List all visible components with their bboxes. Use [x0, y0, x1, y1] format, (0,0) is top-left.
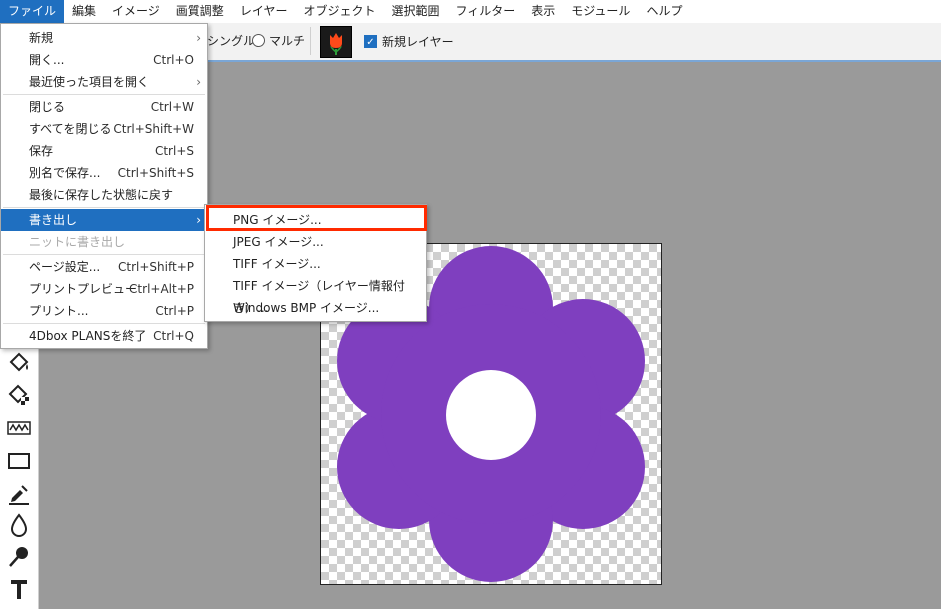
submenu-item-tiff-layers[interactable]: TIFF イメージ（レイヤー情報付き）...: [205, 275, 426, 315]
chevron-right-icon: ›: [196, 75, 201, 89]
pattern-fill-icon[interactable]: [6, 382, 32, 408]
drop-icon[interactable]: [6, 512, 32, 538]
menu-item-shortcut: Ctrl+Q: [153, 329, 194, 343]
smudge-icon[interactable]: [6, 544, 32, 570]
menu-separator: [3, 323, 205, 324]
pen-icon[interactable]: [6, 480, 32, 506]
chevron-right-icon: ›: [196, 213, 201, 227]
menu-file[interactable]: ファイル: [0, 0, 65, 23]
menu-item-shortcut: Ctrl+O: [153, 53, 194, 67]
menu-item-shortcut: Ctrl+Shift+P: [118, 260, 194, 274]
submenu-item-bmp[interactable]: Windows BMP イメージ...: [205, 297, 426, 319]
menu-item-page-setup[interactable]: ページ設定... Ctrl+Shift+P: [1, 256, 207, 278]
menu-layer[interactable]: レイヤー: [232, 0, 296, 23]
menu-edit[interactable]: 編集: [64, 0, 104, 23]
submenu-item-label: Windows BMP イメージ...: [233, 301, 380, 315]
menu-adjust[interactable]: 画質調整: [168, 0, 232, 23]
menu-item-label: すべてを閉じる: [29, 122, 112, 136]
menu-item-quit[interactable]: 4Dbox PLANSを終了 Ctrl+Q: [1, 325, 207, 347]
submenu-item-label: TIFF イメージ...: [233, 257, 321, 271]
multi-option[interactable]: マルチ: [252, 32, 305, 49]
menu-item-label: 保存: [29, 144, 54, 158]
menu-item-label: プリント...: [29, 304, 89, 318]
menu-item-revert[interactable]: 最後に保存した状態に戻す: [1, 184, 207, 206]
menu-item-export[interactable]: 書き出し ›: [1, 209, 207, 231]
single-label: シングル: [207, 34, 256, 48]
menu-item-label: ページ設定...: [29, 260, 101, 274]
menu-item-label: 開く...: [29, 53, 65, 67]
menu-item-label: 新規: [29, 31, 54, 45]
menu-item-label: ニットに書き出し: [29, 235, 126, 249]
menu-item-save[interactable]: 保存 Ctrl+S: [1, 140, 207, 162]
submenu-item-label: JPEG イメージ...: [233, 235, 324, 249]
menu-separator: [3, 254, 205, 255]
rectangle-icon[interactable]: [6, 448, 32, 474]
menu-item-shortcut: Ctrl+Shift+W: [113, 122, 194, 136]
menu-view[interactable]: 表示: [523, 0, 563, 23]
submenu-item-tiff[interactable]: TIFF イメージ...: [205, 253, 426, 275]
fill-bucket-icon[interactable]: [6, 350, 32, 376]
menu-item-print[interactable]: プリント... Ctrl+P: [1, 300, 207, 322]
toolbar-divider: [310, 27, 311, 55]
menu-item-label: 最後に保存した状態に戻す: [29, 188, 174, 202]
menu-object[interactable]: オブジェクト: [295, 0, 383, 23]
menu-image[interactable]: イメージ: [104, 0, 168, 23]
menu-item-shortcut: Ctrl+Shift+S: [117, 166, 194, 180]
menu-item-export-knit: ニットに書き出し: [1, 231, 207, 253]
submenu-item-jpeg[interactable]: JPEG イメージ...: [205, 231, 426, 253]
menu-item-save-as[interactable]: 別名で保存... Ctrl+Shift+S: [1, 162, 207, 184]
menu-item-shortcut: Ctrl+P: [155, 304, 194, 318]
new-layer-label: 新規レイヤー: [382, 35, 454, 49]
menu-item-close-all[interactable]: すべてを閉じる Ctrl+Shift+W: [1, 118, 207, 140]
multi-label: マルチ: [269, 34, 306, 48]
menu-item-close[interactable]: 閉じる Ctrl+W: [1, 96, 207, 118]
menu-item-label: 閉じる: [29, 100, 66, 114]
file-menu: 新規 › 開く... Ctrl+O 最近使った項目を開く › 閉じる Ctrl+…: [0, 23, 208, 349]
menu-item-label: 最近使った項目を開く: [29, 75, 150, 89]
menu-separator: [3, 94, 205, 95]
menu-help[interactable]: ヘルプ: [638, 0, 690, 23]
menu-item-label: プリントプレビュー: [29, 282, 138, 296]
new-layer-checkbox[interactable]: ✓: [364, 35, 377, 48]
menu-item-label: 4Dbox PLANSを終了: [29, 329, 147, 343]
tulip-brush-icon[interactable]: [320, 26, 352, 58]
menu-item-shortcut: Ctrl+W: [150, 100, 194, 114]
menu-selection[interactable]: 選択範囲: [383, 0, 447, 23]
menu-item-label: 別名で保存...: [29, 166, 101, 180]
menu-item-new[interactable]: 新規 ›: [1, 27, 207, 49]
menu-module[interactable]: モジュール: [563, 0, 638, 23]
menu-item-open[interactable]: 開く... Ctrl+O: [1, 49, 207, 71]
text-tool-icon[interactable]: [6, 576, 32, 602]
png-highlight-annotation: [206, 205, 427, 231]
new-layer-option[interactable]: ✓ 新規レイヤー: [364, 33, 454, 50]
menu-item-shortcut: Ctrl+S: [154, 144, 194, 158]
menu-item-label: 書き出し: [29, 213, 78, 227]
menu-item-shortcut: Ctrl+Alt+P: [129, 282, 194, 296]
chevron-right-icon: ›: [196, 31, 201, 45]
menu-item-recent[interactable]: 最近使った項目を開く ›: [1, 71, 207, 93]
menu-filter[interactable]: フィルター: [447, 0, 523, 23]
menu-separator: [3, 207, 205, 208]
wave-filter-icon[interactable]: [6, 415, 32, 441]
menu-item-print-preview[interactable]: プリントプレビュー Ctrl+Alt+P: [1, 278, 207, 300]
multi-radio[interactable]: [252, 34, 265, 47]
menu-bar: ファイル 編集 イメージ 画質調整 レイヤー オブジェクト 選択範囲 フィルター…: [0, 0, 941, 24]
